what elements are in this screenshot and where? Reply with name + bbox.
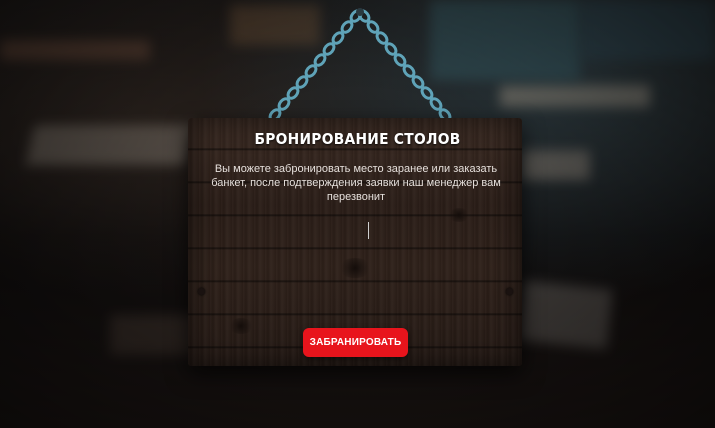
booking-title: БРОНИРОВАНИЕ СТОЛОВ — [254, 130, 461, 148]
nail-icon — [506, 288, 513, 295]
hook-icon — [356, 8, 364, 16]
wood-knot — [448, 208, 470, 222]
text-cursor — [368, 222, 369, 239]
wood-knot — [338, 258, 372, 278]
wood-knot — [228, 318, 254, 334]
nail-icon — [198, 288, 205, 295]
reserve-button[interactable]: ЗАБРАНИРОВАТЬ — [303, 328, 408, 357]
booking-description: Вы можете забронировать место заранее ил… — [211, 163, 501, 203]
